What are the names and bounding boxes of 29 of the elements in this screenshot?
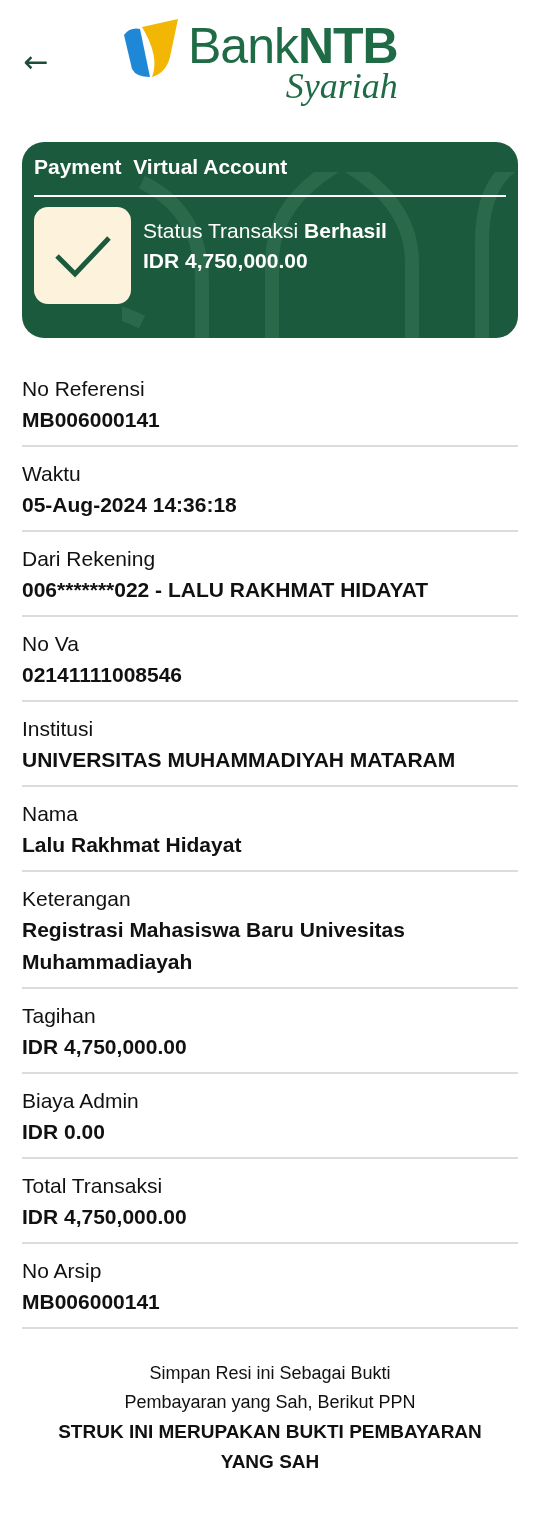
detail-value: MB006000141 — [22, 407, 161, 433]
detail-label: Total Transaksi — [22, 1173, 164, 1199]
detail-value: Registrasi Mahasiswa Baru Univesitas Muhammadiayah — [22, 917, 406, 975]
detail-value: MB006000141 — [22, 1289, 161, 1315]
brand-name: BankNTB — [188, 19, 398, 73]
detail-value: 02141111008546 — [22, 662, 184, 688]
detail-label: Institusi — [22, 716, 95, 742]
detail-value: 05-Aug-2024 14:36:18 — [22, 492, 238, 518]
footer-note: Simpan Resi ini Sebagai Bukti Pembayaran yang Sah, Berikut PPN — [123, 1362, 417, 1414]
detail-value: IDR 0.00 — [22, 1119, 106, 1145]
detail-label: Waktu — [22, 461, 82, 487]
card-title: Payment Virtual Account — [33, 154, 289, 180]
amount-text: IDR 4,750,000.00 — [143, 248, 309, 273]
footer-statement: STRUK INI MERUPAKAN BUKTI PEMBAYARAN YANG SAH — [57, 1420, 483, 1474]
detail-value: IDR 4,750,000.00 — [22, 1034, 188, 1060]
detail-value: 006*******022 - LALU RAKHMAT HIDAYAT — [22, 577, 430, 603]
detail-label: Nama — [22, 801, 80, 827]
detail-label: Biaya Admin — [22, 1088, 140, 1114]
back-button[interactable]: ← — [22, 43, 50, 79]
status-text: Status Transaksi Berhasil — [143, 218, 387, 243]
detail-label: Keterangan — [22, 886, 132, 912]
detail-value: Lalu Rakhmat Hidayat — [22, 832, 243, 858]
detail-label: No Va — [22, 631, 80, 657]
detail-label: No Referensi — [22, 376, 146, 402]
detail-value: IDR 4,750,000.00 — [22, 1204, 188, 1230]
detail-label: Tagihan — [22, 1003, 97, 1029]
detail-value: UNIVERSITAS MUHAMMADIYAH MATARAM — [22, 747, 457, 773]
detail-label: No Arsip — [22, 1258, 103, 1284]
detail-label: Dari Rekening — [22, 546, 157, 572]
